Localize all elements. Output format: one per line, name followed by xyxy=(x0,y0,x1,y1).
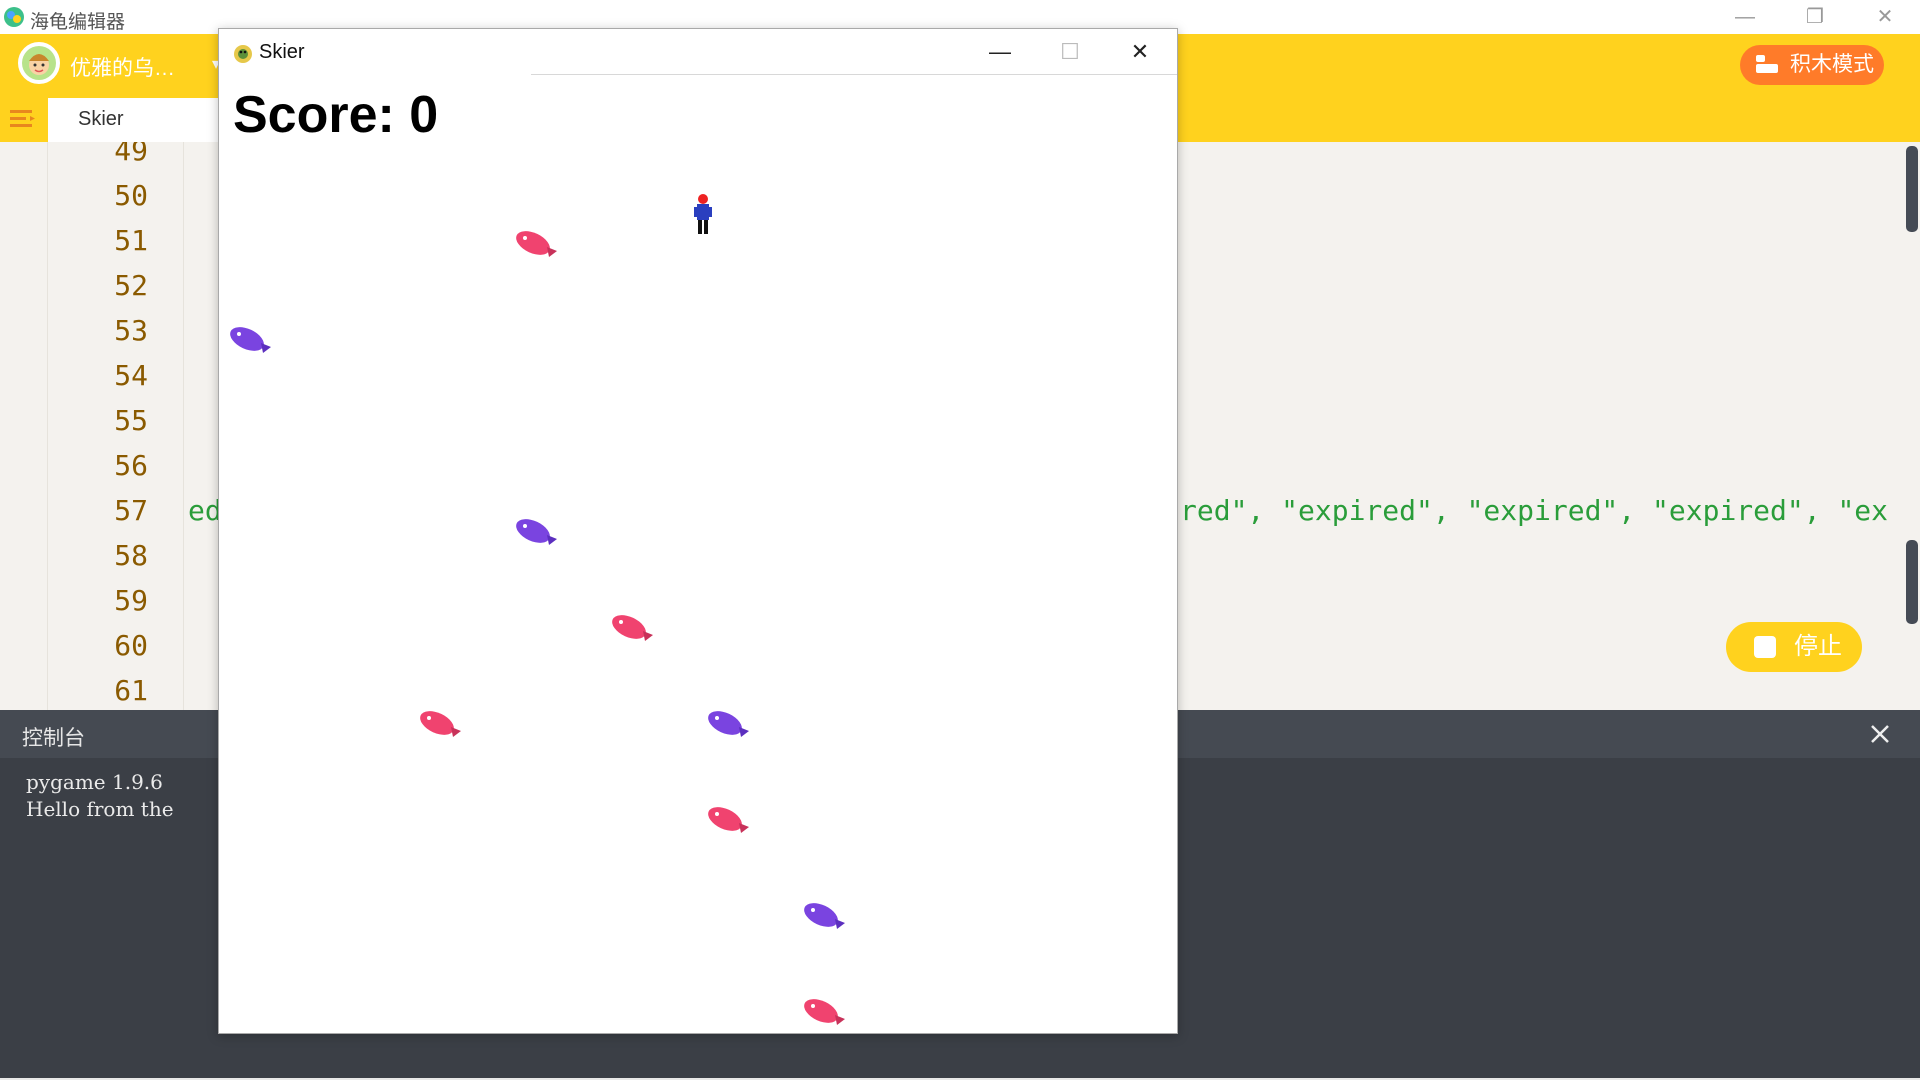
purple-flag-obstacle xyxy=(230,327,271,353)
restore-icon[interactable]: ❐ xyxy=(1780,0,1850,34)
line-number: 52 xyxy=(114,269,148,302)
skier-sprite xyxy=(694,194,712,234)
stop-label: 停止 xyxy=(1794,633,1842,660)
file-tab-label: Skier xyxy=(78,108,124,130)
console-output-line: pygame 1.9.6 xyxy=(26,770,163,794)
line-number-gutter: 49 50 51 52 53 54 55 56 57 58 59 60 61 xyxy=(48,142,184,710)
line-number: 56 xyxy=(114,449,148,482)
red-flag-obstacle xyxy=(420,711,461,737)
block-mode-label: 积木模式 xyxy=(1790,53,1874,76)
line-number: 60 xyxy=(114,629,148,662)
line-number: 54 xyxy=(114,359,148,392)
console-output-line: Hello from the xyxy=(26,797,174,821)
red-flag-obstacle xyxy=(516,231,557,257)
score-label: Score: 0 xyxy=(233,86,439,144)
close-icon[interactable] xyxy=(1864,718,1896,750)
line-number: 53 xyxy=(114,314,148,347)
minimize-icon[interactable]: — xyxy=(1710,0,1780,34)
app-root: 海龟编辑器 — ❐ ✕ 优雅的乌… ▾ 积木模式 Skier 49 50 51 … xyxy=(0,0,1920,1080)
menu-icon[interactable] xyxy=(10,108,36,130)
user-avatar[interactable] xyxy=(18,42,60,84)
close-icon[interactable]: ✕ xyxy=(1850,0,1920,34)
app-title: 海龟编辑器 xyxy=(30,12,126,33)
pygame-snake-icon xyxy=(234,45,252,63)
avatar-face-icon xyxy=(22,46,56,80)
close-icon[interactable]: ✕ xyxy=(1105,29,1175,75)
block-mode-button[interactable]: 积木模式 xyxy=(1740,45,1884,85)
line-number: 61 xyxy=(114,674,148,707)
horizontal-scroll-thumb[interactable] xyxy=(1906,146,1918,232)
purple-flag-obstacle xyxy=(516,519,557,545)
line-number: 49 xyxy=(114,142,148,167)
red-flag-obstacle xyxy=(804,999,845,1025)
purple-flag-obstacle xyxy=(804,903,845,929)
game-window-title: Skier xyxy=(259,41,305,63)
stop-icon xyxy=(1754,636,1776,658)
username[interactable]: 优雅的乌… xyxy=(70,52,175,82)
code-fragment-left[interactable]: ed xyxy=(188,494,222,527)
line-number: 57 xyxy=(114,494,148,527)
stop-button[interactable]: 停止 xyxy=(1726,622,1862,672)
red-flag-obstacle xyxy=(612,615,653,641)
line-number: 51 xyxy=(114,224,148,257)
purple-flag-obstacle xyxy=(708,711,749,737)
blocks-icon xyxy=(1756,55,1778,73)
editor-side-gutter xyxy=(0,142,48,710)
game-canvas[interactable]: Score: 0 xyxy=(219,75,1177,1033)
red-flag-obstacle xyxy=(708,807,749,833)
file-tab-skier[interactable]: Skier xyxy=(48,98,218,142)
turtle-logo-icon xyxy=(4,7,24,27)
line-number: 55 xyxy=(114,404,148,437)
minimize-icon[interactable]: — xyxy=(965,29,1035,75)
code-fragment-right[interactable]: red", "expired", "expired", "expired", "… xyxy=(1180,494,1888,527)
line-number: 59 xyxy=(114,584,148,617)
line-number: 50 xyxy=(114,179,148,212)
vertical-scroll-thumb[interactable] xyxy=(1906,540,1918,624)
game-window-titlebar[interactable]: Skier — ☐ ✕ xyxy=(219,29,1177,75)
line-number: 58 xyxy=(114,539,148,572)
console-title: 控制台 xyxy=(22,727,85,750)
maximize-icon: ☐ xyxy=(1060,39,1080,64)
game-window[interactable]: Skier — ☐ ✕ Score: 0 xyxy=(218,28,1178,1034)
